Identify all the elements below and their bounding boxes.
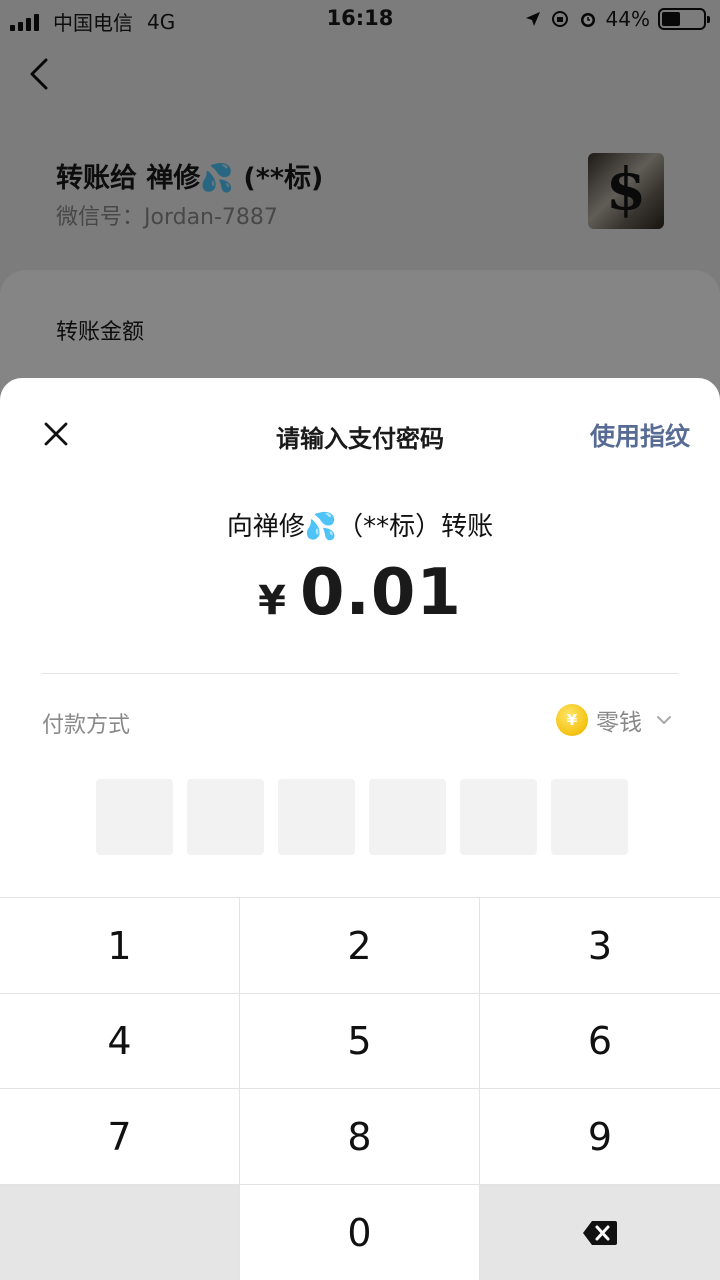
pin-digit-box[interactable] <box>187 779 264 855</box>
currency-symbol: ¥ <box>258 578 286 624</box>
recipient-line: 向禅修💦（**标）转账 <box>226 512 494 542</box>
pin-digit-box[interactable] <box>460 779 537 855</box>
divider <box>42 673 678 674</box>
keypad-key-8[interactable]: 8 <box>240 1089 480 1185</box>
pin-input[interactable] <box>96 779 628 855</box>
amount-value: 0.01 <box>299 556 462 630</box>
numeric-keypad: 123 456 7890 <box>0 897 720 1280</box>
keypad-key-1[interactable]: 1 <box>0 898 240 994</box>
keypad-key-0[interactable]: 0 <box>240 1185 480 1280</box>
amount-display: ¥ 0.01 <box>0 556 720 630</box>
keypad-key-3[interactable]: 3 <box>480 898 720 994</box>
keypad-key-5[interactable]: 5 <box>240 994 480 1089</box>
keypad-key-2[interactable]: 2 <box>240 898 480 994</box>
keypad-delete-button[interactable] <box>480 1185 720 1280</box>
chevron-down-icon <box>657 716 671 724</box>
backspace-icon <box>583 1220 617 1245</box>
keypad-key-4[interactable]: 4 <box>0 994 240 1089</box>
pin-digit-box[interactable] <box>369 779 446 855</box>
payment-password-sheet: 请输入支付密码 使用指纹 向禅修💦（**标）转账 ¥ 0.01 付款方式 ¥ 零… <box>0 378 720 1280</box>
pin-digit-box[interactable] <box>96 779 173 855</box>
keypad-blank <box>0 1185 240 1280</box>
pay-method-value: 零钱 <box>596 710 642 736</box>
keypad-key-7[interactable]: 7 <box>0 1089 240 1185</box>
pay-method-label: 付款方式 <box>42 713 131 738</box>
pay-method-selector[interactable]: ¥ 零钱 <box>556 703 674 737</box>
pin-digit-box[interactable] <box>278 779 355 855</box>
keypad-key-9[interactable]: 9 <box>480 1089 720 1185</box>
use-fingerprint-link[interactable]: 使用指纹 <box>590 417 690 453</box>
pin-digit-box[interactable] <box>551 779 628 855</box>
keypad-key-6[interactable]: 6 <box>480 994 720 1089</box>
coin-icon: ¥ <box>556 704 588 736</box>
